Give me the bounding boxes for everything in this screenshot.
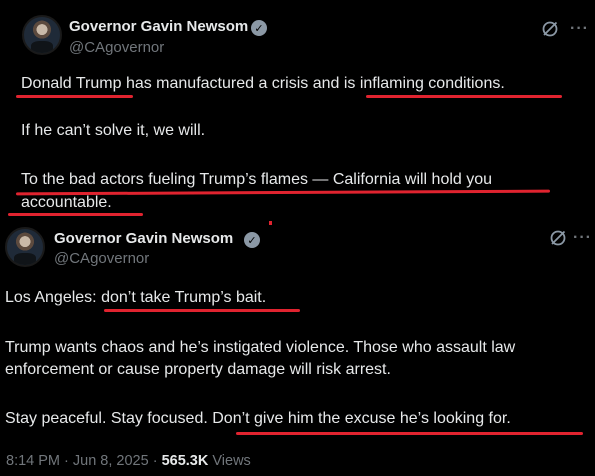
- grok-icon[interactable]: [549, 229, 567, 247]
- more-options-icon[interactable]: ···: [573, 229, 592, 247]
- red-underline-annotation: [8, 213, 143, 216]
- red-underline-annotation: [236, 432, 583, 435]
- avatar[interactable]: [5, 227, 45, 267]
- author-handle[interactable]: @CAgovernor: [69, 39, 164, 56]
- avatar[interactable]: [22, 15, 62, 55]
- separator-dot: ·: [64, 453, 73, 469]
- tweet-metadata: 8:14 PM · Jun 8, 2025 · 565.3K Views: [6, 453, 251, 469]
- tweet-text-line: To the bad actors fueling Trump’s flames…: [21, 171, 493, 188]
- red-underline-annotation: [15, 189, 551, 196]
- tweet-date[interactable]: Jun 8, 2025: [73, 453, 149, 469]
- tweet-text-line: Donald Trump has manufactured a crisis a…: [21, 75, 505, 92]
- grok-icon[interactable]: [541, 20, 559, 38]
- red-underline-annotation: [366, 95, 562, 98]
- verified-badge-icon[interactable]: ✓: [251, 20, 267, 36]
- author-name[interactable]: Governor Gavin Newsom: [54, 230, 233, 247]
- author-name[interactable]: Governor Gavin Newsom: [69, 18, 248, 35]
- views-count[interactable]: 565.3K: [162, 453, 209, 469]
- verified-badge-icon[interactable]: ✓: [244, 232, 260, 248]
- more-options-icon[interactable]: ···: [570, 20, 589, 38]
- red-underline-annotation: [104, 309, 300, 312]
- tweet-text-line: Los Angeles: don’t take Trump’s bait.: [5, 289, 267, 306]
- tweet-card[interactable]: Governor Gavin Newsom ✓ @CAgovernor ··· …: [0, 220, 595, 476]
- tweet-text-line: Trump wants chaos and he’s instigated vi…: [5, 339, 516, 356]
- tweet-text-line: Stay peaceful. Stay focused. Don’t give …: [5, 410, 511, 427]
- tweet-card[interactable]: Governor Gavin Newsom ✓ @CAgovernor ··· …: [0, 0, 595, 225]
- red-underline-annotation: [16, 95, 133, 98]
- tweet-text-line: If he can’t solve it, we will.: [21, 122, 206, 139]
- views-label: Views: [212, 453, 251, 469]
- tweet-text-line: accountable.: [21, 194, 112, 211]
- tweet-time[interactable]: 8:14 PM: [6, 453, 60, 469]
- separator-dot: ·: [152, 453, 162, 469]
- author-handle[interactable]: @CAgovernor: [54, 250, 149, 267]
- tweet-text-line: enforcement or cause property damage wil…: [5, 361, 391, 378]
